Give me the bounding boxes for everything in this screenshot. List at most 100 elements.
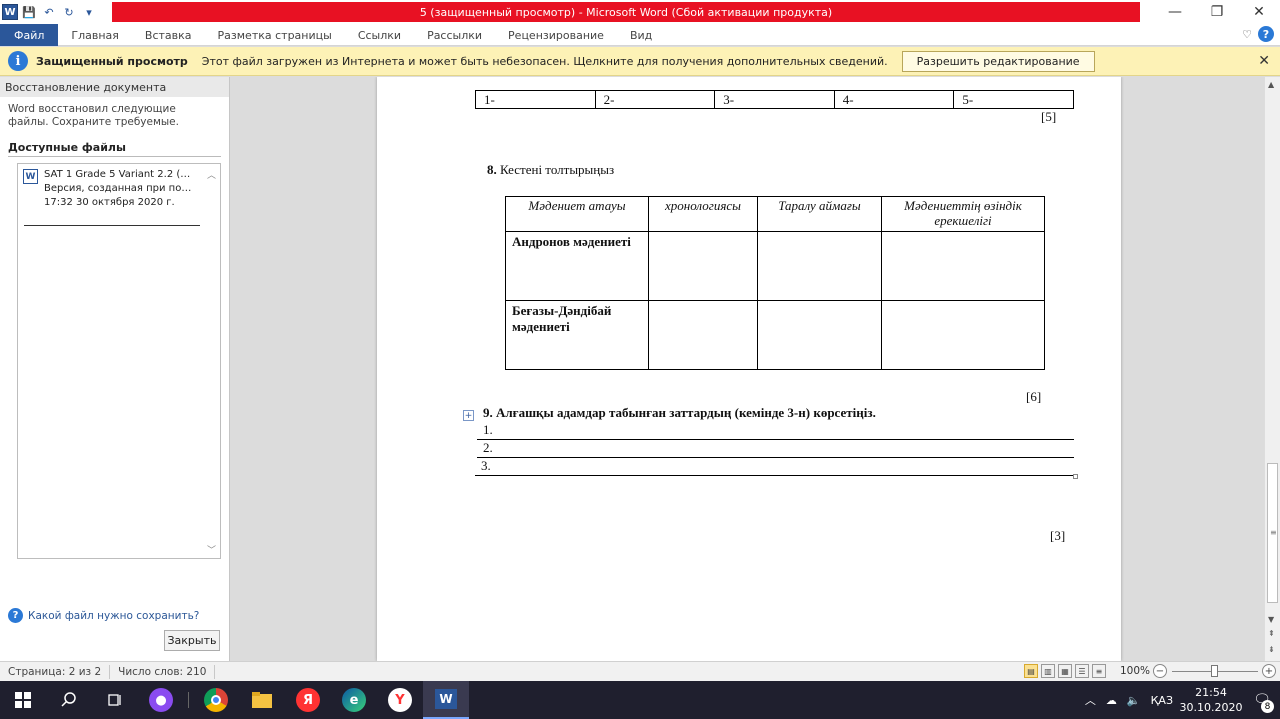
yandex-icon[interactable]: Я bbox=[285, 681, 331, 719]
zoom-level[interactable]: 100% bbox=[1120, 665, 1150, 677]
word-taskbar-icon[interactable]: W bbox=[423, 681, 469, 719]
page-count[interactable]: Страница: 2 из 2 bbox=[0, 664, 111, 679]
score-label: [3] bbox=[1050, 528, 1066, 543]
recovery-header: Восстановление документа bbox=[0, 77, 229, 97]
grid-cell[interactable]: 3- bbox=[715, 91, 835, 108]
grid-cell[interactable]: 4- bbox=[835, 91, 955, 108]
chevron-up-icon[interactable]: ︿ bbox=[207, 168, 216, 181]
help-icon[interactable]: ? bbox=[1258, 26, 1274, 42]
enable-editing-button[interactable]: Разрешить редактирование bbox=[901, 50, 1095, 72]
tab-home[interactable]: Главная bbox=[58, 24, 132, 46]
table-cell[interactable] bbox=[757, 231, 882, 301]
search-icon[interactable] bbox=[46, 681, 92, 719]
table-header: Мәдениет атауы bbox=[505, 196, 649, 232]
close-button[interactable]: ✕ bbox=[1238, 0, 1280, 24]
start-windows-icon[interactable] bbox=[0, 681, 46, 719]
question-number: 9. bbox=[483, 405, 493, 420]
table-move-handle-icon[interactable]: + bbox=[463, 410, 474, 421]
tab-mailings[interactable]: Рассылки bbox=[414, 24, 495, 46]
task-view-icon[interactable] bbox=[92, 681, 138, 719]
table-cell[interactable]: Андронов мәдениеті bbox=[505, 231, 649, 301]
scrollbar-thumb[interactable]: ≡ bbox=[1267, 463, 1278, 603]
table-resize-handle[interactable] bbox=[1073, 474, 1078, 479]
grid-cell[interactable]: 5- bbox=[954, 91, 1073, 108]
volume-icon[interactable]: 🔈 bbox=[1122, 694, 1146, 707]
chevron-down-icon[interactable]: ﹀ bbox=[207, 543, 216, 556]
tab-references[interactable]: Ссылки bbox=[345, 24, 414, 46]
table-cell[interactable] bbox=[648, 300, 758, 370]
vertical-scrollbar[interactable]: ▲ ≡ ▼ ⇞ ⇟ bbox=[1264, 77, 1280, 661]
system-tray: ︿ ☁ 🔈 ҚАЗ 21:54 30.10.2020 🗨 8 bbox=[1080, 681, 1280, 719]
word-logo-icon[interactable]: W bbox=[2, 4, 18, 20]
taskbar-separator bbox=[188, 692, 189, 708]
web-layout-icon[interactable]: ▦ bbox=[1058, 664, 1072, 678]
table-cell[interactable] bbox=[881, 300, 1045, 370]
zoom-out-icon[interactable]: − bbox=[1153, 664, 1167, 678]
document-page[interactable]: 1- 2- 3- 4- 5- [5] 8. Кестені толтырыңыз… bbox=[377, 77, 1121, 661]
table-cell[interactable] bbox=[648, 231, 758, 301]
recovery-close-button[interactable]: Закрыть bbox=[164, 630, 220, 651]
language-indicator[interactable]: ҚАЗ bbox=[1146, 694, 1178, 707]
answer-line[interactable]: 2. bbox=[477, 440, 1074, 458]
answer-line[interactable]: 1. bbox=[477, 422, 1074, 440]
window-controls: — ❐ ✕ bbox=[1154, 0, 1280, 24]
next-page-icon[interactable]: ⇟ bbox=[1268, 645, 1275, 654]
draft-icon[interactable]: ≡ bbox=[1092, 664, 1106, 678]
previous-page-icon[interactable]: ⇞ bbox=[1268, 629, 1275, 638]
tab-view[interactable]: Вид bbox=[617, 24, 665, 46]
scroll-up-icon[interactable]: ▲ bbox=[1268, 80, 1274, 89]
zoom-slider-thumb[interactable] bbox=[1211, 665, 1218, 677]
grid-cell[interactable]: 2- bbox=[596, 91, 716, 108]
clock-date: 30.10.2020 bbox=[1179, 701, 1243, 714]
alice-assistant-icon[interactable]: ● bbox=[138, 681, 184, 719]
recovered-file-item[interactable]: W SAT 1 Grade 5 Variant 2.2 (1) ... Верс… bbox=[23, 168, 201, 210]
grid-cell[interactable]: 1- bbox=[476, 91, 596, 108]
answer-line[interactable]: 3. bbox=[475, 458, 1075, 476]
full-screen-reading-icon[interactable]: ▥ bbox=[1041, 664, 1055, 678]
tab-insert[interactable]: Вставка bbox=[132, 24, 205, 46]
list-divider bbox=[24, 225, 200, 226]
minimize-ribbon-icon[interactable]: ♡ bbox=[1242, 28, 1252, 41]
view-buttons: ▤ ▥ ▦ ☰ ≡ bbox=[1024, 664, 1106, 678]
restore-button[interactable]: ❐ bbox=[1196, 0, 1238, 24]
info-icon: i bbox=[8, 51, 28, 71]
scroll-down-icon[interactable]: ▼ bbox=[1268, 615, 1274, 624]
tab-file[interactable]: Файл bbox=[0, 24, 59, 46]
network-icon[interactable]: ☁ bbox=[1101, 694, 1122, 707]
chevron-up-icon[interactable]: ︿ bbox=[1080, 692, 1101, 708]
which-file-help-link[interactable]: Какой файл нужно сохранить? bbox=[28, 610, 199, 622]
notification-center-icon[interactable]: 🗨 8 bbox=[1244, 681, 1280, 719]
help-icon[interactable]: ? bbox=[8, 608, 23, 623]
table-cell[interactable]: Беғазы-Дәндібай мәдениеті bbox=[505, 300, 649, 370]
tab-page-layout[interactable]: Разметка страницы bbox=[205, 24, 345, 46]
tab-review[interactable]: Рецензирование bbox=[495, 24, 617, 46]
recovery-file-list[interactable]: W SAT 1 Grade 5 Variant 2.2 (1) ... Верс… bbox=[17, 163, 221, 559]
undo-icon[interactable]: ↶ bbox=[40, 3, 58, 21]
available-files-label: Доступные файлы bbox=[8, 141, 221, 157]
minimize-button[interactable]: — bbox=[1154, 0, 1196, 24]
clock-time: 21:54 bbox=[1195, 686, 1227, 699]
outline-icon[interactable]: ☰ bbox=[1075, 664, 1089, 678]
zoom-in-icon[interactable]: + bbox=[1262, 664, 1276, 678]
culture-table[interactable]: Мәдениет атауы хронологиясы Таралу аймағ… bbox=[505, 196, 1045, 370]
quick-access-toolbar: W 💾 ↶ ↻ ▾ bbox=[0, 0, 98, 24]
table-cell[interactable] bbox=[881, 231, 1045, 301]
file-explorer-icon[interactable] bbox=[239, 681, 285, 719]
answer-grid-table[interactable]: 1- 2- 3- 4- 5- bbox=[475, 90, 1074, 109]
protected-view-bar: i Защищенный просмотр Этот файл загружен… bbox=[0, 47, 1280, 76]
chrome-icon[interactable] bbox=[193, 681, 239, 719]
question-text: Алғашқы адамдар табынған заттардың (кемі… bbox=[492, 405, 876, 420]
score-label: [6] bbox=[1026, 389, 1042, 404]
save-icon[interactable]: 💾 bbox=[20, 3, 38, 21]
close-protected-bar-icon[interactable]: ✕ bbox=[1258, 53, 1270, 69]
protected-view-message[interactable]: Этот файл загружен из Интернета и может … bbox=[202, 55, 888, 68]
yandex-browser-icon[interactable]: Y bbox=[377, 681, 423, 719]
redo-icon[interactable]: ↻ bbox=[60, 3, 78, 21]
score-label: [5] bbox=[1041, 109, 1057, 124]
edge-icon[interactable]: e bbox=[331, 681, 377, 719]
customize-qat-icon[interactable]: ▾ bbox=[80, 3, 98, 21]
table-cell[interactable] bbox=[757, 300, 882, 370]
print-layout-icon[interactable]: ▤ bbox=[1024, 664, 1038, 678]
word-count[interactable]: Число слов: 210 bbox=[110, 664, 216, 679]
clock[interactable]: 21:54 30.10.2020 bbox=[1178, 685, 1244, 715]
